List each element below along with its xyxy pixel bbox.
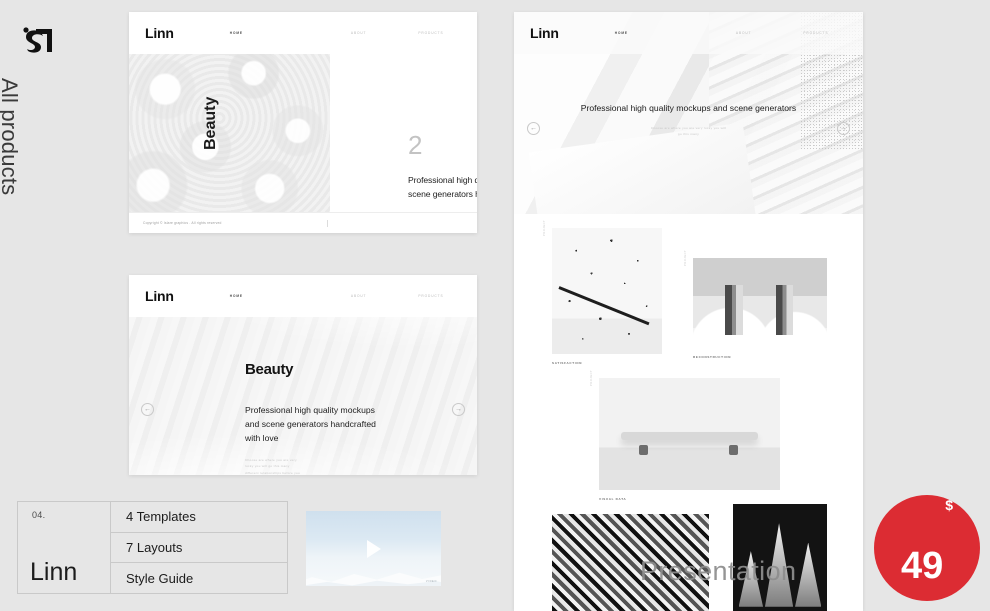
price-currency: $	[945, 497, 954, 513]
gallery-caption-satisfaction: SATISFACTION	[552, 361, 583, 365]
mockup-card-slide-4[interactable]: Linn HOME ABOUT PRODUCTS TUTORIALS Beaut…	[129, 275, 477, 475]
spec-row-templates: 4 Templates	[111, 502, 287, 533]
product-spec-panel: 04. Linn 4 Templates 7 Layouts Style Gui…	[17, 501, 288, 594]
all-products-label: All products	[0, 78, 22, 196]
play-triangle-icon[interactable]	[366, 539, 381, 558]
brand-linn[interactable]: Linn	[145, 288, 174, 304]
video-corner-label: VIDEO	[425, 580, 437, 583]
card1-headline: Professional high quality mockups and sc…	[408, 175, 477, 199]
arrow-left-circle-icon[interactable]: ←	[141, 403, 154, 416]
arrow-right-circle-icon[interactable]: →	[452, 403, 465, 416]
ls-monogram-logo[interactable]	[20, 18, 62, 60]
spec-product-name: Linn	[30, 558, 78, 586]
full-page-preview[interactable]: Linn HOME ABOUT PRODUCTS TUTORIALS Profe…	[514, 12, 863, 611]
card2-content: Beauty Professional high quality mockups…	[245, 361, 385, 475]
card2-body: Beauty Professional high quality mockups…	[129, 317, 477, 475]
card2-body-copy: Choose are where you are very lucky you …	[245, 457, 301, 475]
card2-headline: Professional high quality mockups and sc…	[245, 405, 376, 443]
nav-links: HOME ABOUT PRODUCTS TUTORIALS	[230, 31, 477, 35]
card2-navbar: Linn HOME ABOUT PRODUCTS TUTORIALS	[129, 275, 477, 317]
nav-link-about[interactable]: ABOUT	[736, 31, 751, 35]
nav-links: HOME ABOUT PRODUCTS TUTORIALS	[615, 31, 863, 35]
card1-body: Beauty EXPLORE 2 Professional high quali…	[129, 54, 477, 233]
right-panel-gallery: PROJECT SATISFACTION PROJECT RECONSTRUCT…	[514, 214, 863, 611]
card2-title: Beauty	[245, 361, 294, 378]
spec-row-style-guide: Style Guide	[126, 570, 194, 586]
card1-navbar: Linn HOME ABOUT PRODUCTS TUTORIALS	[129, 12, 477, 54]
gallery-item-satisfaction[interactable]: PROJECT SATISFACTION	[543, 220, 662, 365]
right-panel-subcopy: Choose are where you are very lucky you …	[650, 125, 727, 137]
price-badge[interactable]: 49 $	[874, 495, 980, 601]
right-panel-headline: Professional high quality mockups and sc…	[580, 103, 797, 113]
brand-linn[interactable]: Linn	[145, 25, 174, 41]
product-showcase-page: All products Linn HOME ABOUT PRODUCTS TU…	[0, 0, 990, 611]
card1-vertical-title: Beauty	[202, 96, 219, 150]
video-preview-thumbnail[interactable]: VIDEO	[306, 511, 441, 586]
nav-link-about[interactable]: ABOUT	[351, 31, 366, 35]
spec-feature-list: 4 Templates 7 Layouts Style Guide	[111, 502, 287, 593]
card1-slide-number: 2	[408, 130, 423, 160]
copyright-text: Copyright © Islare graphics . All rights…	[143, 221, 222, 225]
gallery-item-reconstruction[interactable]: PROJECT RECONSTRUCTION	[684, 250, 827, 359]
gallery-item-side-label: PROJECT	[590, 369, 593, 386]
nav-link-about[interactable]: ABOUT	[351, 294, 366, 298]
nav-link-products[interactable]: PRODUCTS	[803, 31, 828, 35]
gallery-item-side-label: PROJECT	[684, 249, 687, 266]
brand-linn[interactable]: Linn	[530, 25, 559, 41]
spec-row-layouts: 7 Layouts	[111, 533, 287, 564]
right-panel-navbar: Linn HOME ABOUT PRODUCTS TUTORIALS	[514, 12, 863, 54]
watermark-text: Presentation	[640, 556, 797, 586]
nav-links: HOME ABOUT PRODUCTS TUTORIALS	[230, 294, 477, 298]
arrow-right-circle-icon[interactable]: →	[837, 122, 850, 135]
footer-divider	[326, 219, 328, 227]
nav-link-home[interactable]: HOME	[615, 31, 628, 35]
price-amount: 49	[900, 544, 944, 587]
right-panel-hero-text: Professional high quality mockups and sc…	[514, 102, 863, 138]
water-texture-photo	[129, 54, 330, 214]
right-panel-hero: Linn HOME ABOUT PRODUCTS TUTORIALS Profe…	[514, 12, 863, 257]
spec-index: 04.	[32, 510, 46, 520]
gallery-item-side-label: PROJECT	[543, 219, 546, 236]
gallery-caption-visual-data: VISUAL DATA	[599, 497, 627, 501]
mockup-card-slide-2[interactable]: Linn HOME ABOUT PRODUCTS TUTORIALS Beaut…	[129, 12, 477, 233]
nav-link-products[interactable]: PRODUCTS	[418, 294, 443, 298]
nav-link-products[interactable]: PRODUCTS	[418, 31, 443, 35]
gallery-item-visual-data[interactable]: PROJECT VISUAL DATA	[590, 370, 780, 501]
gallery-caption-reconstruction: RECONSTRUCTION	[693, 355, 732, 359]
nav-link-home[interactable]: HOME	[230, 31, 243, 35]
arrow-left-circle-icon[interactable]: ←	[527, 122, 540, 135]
nav-link-home[interactable]: HOME	[230, 294, 243, 298]
spec-identity: 04. Linn	[18, 502, 111, 593]
card1-footer: Copyright © Islare graphics . All rights…	[129, 212, 477, 233]
